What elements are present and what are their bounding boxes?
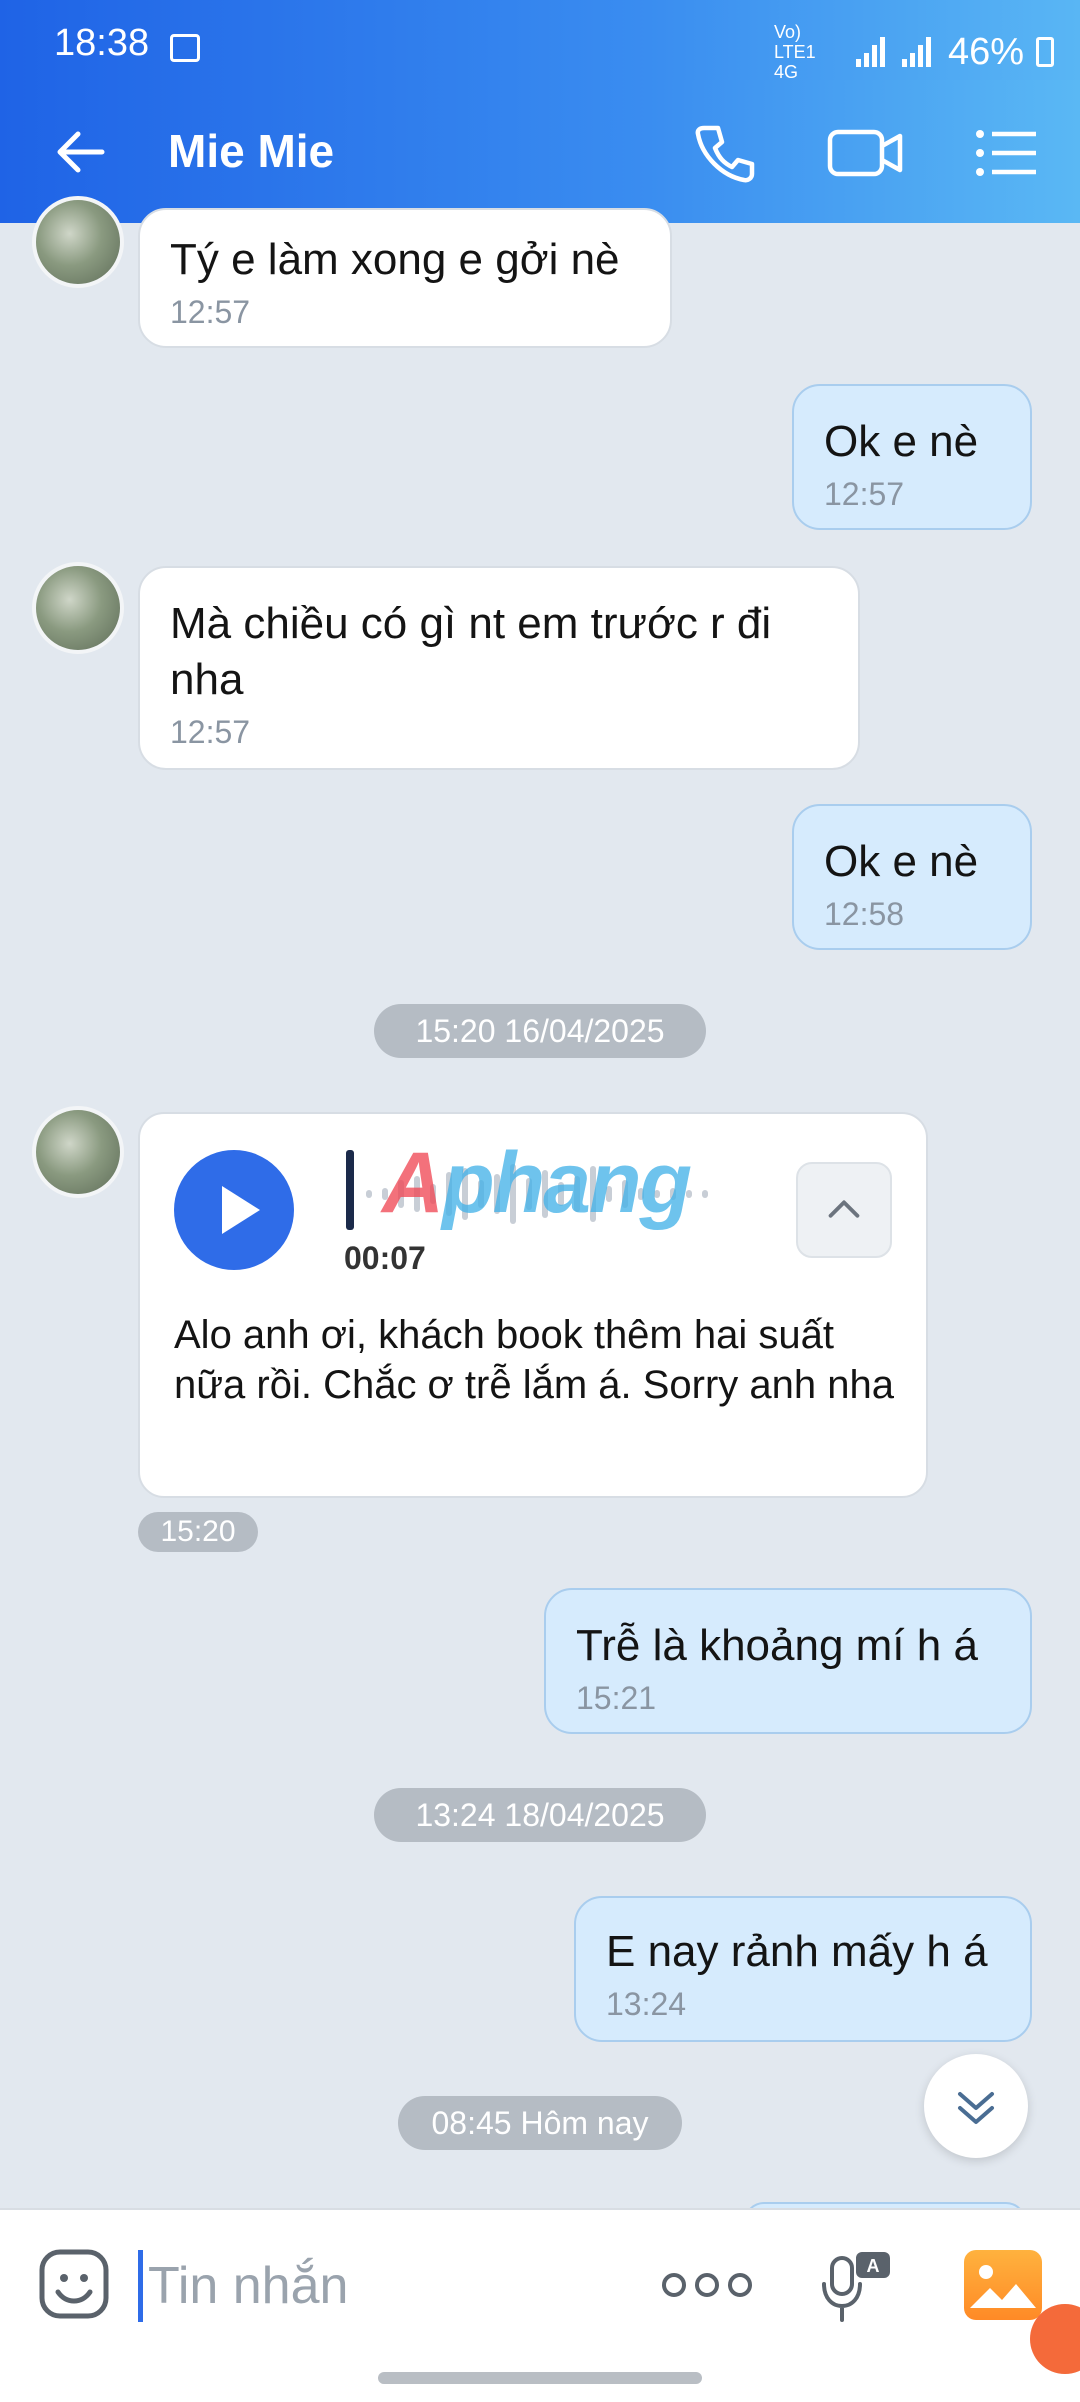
text-cursor (138, 2250, 143, 2322)
signal-icon-2 (901, 37, 936, 67)
battery-percent: 46% (947, 30, 1024, 73)
voice-message-time: 15:20 (138, 1512, 258, 1552)
date-separator: 13:24 18/04/2025 (374, 1788, 706, 1842)
signal-icon (855, 37, 890, 67)
photo-icon (970, 2265, 1036, 2308)
gallery-icon[interactable] (964, 2250, 1042, 2320)
play-icon (222, 1186, 260, 1234)
message-input[interactable] (146, 2240, 630, 2332)
status-time: 18:38 (54, 22, 150, 64)
battery-icon (1036, 37, 1054, 67)
more-dots-icon[interactable] (662, 2270, 752, 2300)
avatar[interactable] (32, 562, 124, 654)
status-bar: 18:38 Vo) LTE1 4G 46% (0, 0, 1080, 82)
chevron-up-icon (828, 1200, 860, 1218)
double-chevron-down-icon (958, 2092, 994, 2124)
message-bubble-incoming[interactable]: Tý e làm xong e gởi nè 12:57 (138, 208, 672, 348)
phone-icon[interactable] (690, 118, 760, 188)
menu-list-icon[interactable] (972, 118, 1042, 188)
gesture-navigation-bar[interactable] (378, 2372, 702, 2384)
message-time: 15:21 (576, 1680, 657, 1716)
avatar[interactable] (32, 1106, 124, 1198)
emoji-icon[interactable] (38, 2248, 110, 2320)
voice-message-card[interactable]: Aphang 00:07 Alo anh ơi, khách book thêm… (138, 1112, 928, 1498)
chat-header: Mie Mie (0, 80, 1080, 223)
voice-transcript: Alo anh ơi, khách book thêm hai suất nữa… (174, 1313, 894, 1407)
collapse-button[interactable] (796, 1162, 892, 1258)
svg-text:A: A (867, 2256, 880, 2276)
date-separator: 08:45 Hôm nay (398, 2096, 682, 2150)
scroll-to-bottom-button[interactable] (924, 2054, 1028, 2158)
message-text: Mà chiều có gì nt em trước r đi nha (170, 599, 772, 704)
contact-name[interactable]: Mie Mie (168, 124, 334, 178)
message-time: 12:58 (824, 896, 905, 932)
avatar[interactable] (32, 196, 124, 288)
message-text: Trễ là khoảng mí h á (576, 1621, 978, 1670)
message-text: Ok e nè (824, 837, 979, 886)
image-notification-icon (170, 34, 200, 62)
message-time: 12:57 (170, 294, 251, 330)
voice-to-text-icon[interactable]: A (818, 2248, 898, 2328)
message-time: 12:57 (824, 476, 905, 512)
video-call-icon[interactable] (826, 118, 906, 188)
message-bubble-outgoing[interactable]: Trễ là khoảng mí h á 15:21 (544, 1588, 1032, 1734)
message-text: Ok e nè (824, 417, 979, 466)
message-text: E nay rảnh mấy h á (606, 1927, 988, 1976)
message-time: 12:57 (170, 714, 251, 750)
message-bubble-outgoing[interactable]: E nay rảnh mấy h á 13:24 (574, 1896, 1032, 2042)
watermark: Aphang (382, 1135, 692, 1231)
message-bubble-outgoing[interactable]: Ok e nè 12:58 (792, 804, 1032, 950)
message-bubble-outgoing[interactable]: Ok e nè 12:57 (792, 384, 1032, 530)
back-arrow-icon[interactable] (52, 122, 112, 182)
play-button[interactable] (174, 1150, 294, 1270)
voice-duration: 00:07 (344, 1240, 426, 1276)
date-separator: 15:20 16/04/2025 (374, 1004, 706, 1058)
message-bubble-incoming[interactable]: Mà chiều có gì nt em trước r đi nha 12:5… (138, 566, 860, 770)
message-time: 13:24 (606, 1986, 687, 2022)
network-label: Vo) LTE1 4G (773, 22, 816, 82)
message-text: Tý e làm xong e gởi nè (170, 235, 620, 284)
status-right: Vo) LTE1 4G 46% (774, 22, 1054, 82)
